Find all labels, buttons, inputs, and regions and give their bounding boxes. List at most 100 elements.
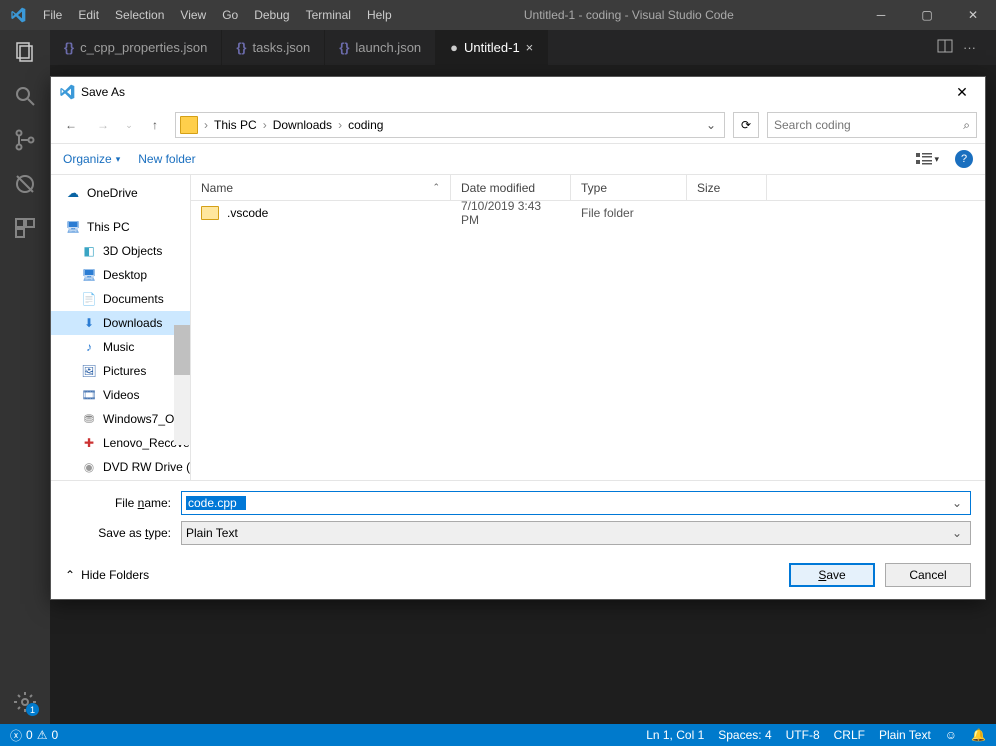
- tree-dvd[interactable]: ◉DVD RW Drive (E:): [51, 455, 190, 479]
- menu-view[interactable]: View: [172, 8, 214, 22]
- save-type-combo[interactable]: Plain Text ⌄: [181, 521, 971, 545]
- view-options-button[interactable]: ▾: [916, 152, 939, 166]
- folder-icon: [180, 116, 198, 134]
- menu-terminal[interactable]: Terminal: [298, 8, 359, 22]
- tab-c-cpp-properties[interactable]: {} c_cpp_properties.json: [50, 30, 222, 65]
- window-maximize-button[interactable]: ▢: [904, 0, 950, 30]
- search-icon[interactable]: [13, 84, 37, 108]
- extensions-icon[interactable]: [13, 216, 37, 240]
- help-button[interactable]: ?: [955, 150, 973, 168]
- chevron-down-icon: ▾: [934, 154, 939, 165]
- nav-forward-button[interactable]: →: [91, 113, 115, 137]
- cancel-button[interactable]: Cancel: [885, 563, 971, 587]
- dialog-titlebar: Save As ✕: [51, 77, 985, 107]
- source-control-icon[interactable]: [13, 128, 37, 152]
- drive-icon: ⛃: [81, 411, 97, 427]
- menu-edit[interactable]: Edit: [70, 8, 107, 22]
- dialog-title: Save As: [81, 85, 125, 99]
- videos-icon: 🎞: [81, 387, 97, 403]
- tab-label: c_cpp_properties.json: [80, 40, 207, 55]
- nav-recent-dropdown[interactable]: ⌄: [123, 113, 135, 137]
- hide-folders-toggle[interactable]: ⌃ Hide Folders: [65, 568, 149, 582]
- save-button[interactable]: Save: [789, 563, 875, 587]
- nav-up-button[interactable]: ↑: [143, 113, 167, 137]
- col-size[interactable]: Size: [687, 175, 767, 200]
- modified-icon: ●: [450, 40, 458, 55]
- tree-scrollbar[interactable]: [174, 325, 190, 445]
- json-icon: {}: [236, 40, 246, 55]
- tab-label: tasks.json: [252, 40, 310, 55]
- crumb-this-pc[interactable]: This PC: [210, 118, 261, 132]
- language-mode[interactable]: Plain Text: [879, 728, 931, 742]
- menu-debug[interactable]: Debug: [246, 8, 297, 22]
- explorer-icon[interactable]: [13, 40, 37, 64]
- split-editor-icon[interactable]: [937, 38, 953, 57]
- status-bar: ⓧ0 ⚠0 Ln 1, Col 1 Spaces: 4 UTF-8 CRLF P…: [0, 724, 996, 746]
- settings-icon[interactable]: 1: [13, 690, 37, 714]
- warnings-count[interactable]: 0: [51, 728, 58, 742]
- crumb-coding[interactable]: coding: [344, 118, 387, 132]
- tree-label: Downloads: [103, 316, 162, 330]
- editor-tabs: {} c_cpp_properties.json {} tasks.json {}l…: [0, 30, 996, 65]
- tree-this-pc[interactable]: 🖥This PC: [51, 215, 190, 239]
- tree-label: DVD RW Drive (E:): [103, 460, 191, 474]
- file-name-input[interactable]: [186, 496, 246, 510]
- breadcrumb-bar[interactable]: › This PC › Downloads › coding ⌄: [175, 112, 725, 138]
- scrollbar-thumb[interactable]: [174, 325, 190, 375]
- eol[interactable]: CRLF: [834, 728, 865, 742]
- menu-file[interactable]: File: [35, 8, 70, 22]
- menu-go[interactable]: Go: [214, 8, 246, 22]
- menu-help[interactable]: Help: [359, 8, 400, 22]
- list-item[interactable]: .vscode 7/10/2019 3:43 PM File folder: [191, 201, 985, 225]
- chevron-down-icon[interactable]: ⌄: [948, 526, 966, 540]
- tree-downloads[interactable]: ⬇Downloads: [51, 311, 190, 335]
- debug-icon[interactable]: [13, 172, 37, 196]
- tree-videos[interactable]: 🎞Videos: [51, 383, 190, 407]
- pc-icon: 🖥: [65, 219, 81, 235]
- menu-selection[interactable]: Selection: [107, 8, 172, 22]
- tree-label: Music: [103, 340, 134, 354]
- tab-tasks[interactable]: {} tasks.json: [222, 30, 325, 65]
- chevron-down-icon[interactable]: ⌄: [948, 496, 966, 510]
- tree-onedrive[interactable]: ☁OneDrive: [51, 181, 190, 205]
- indentation[interactable]: Spaces: 4: [718, 728, 771, 742]
- organize-menu[interactable]: Organize▾: [63, 152, 120, 166]
- json-icon: {}: [64, 40, 74, 55]
- new-folder-button[interactable]: New folder: [138, 152, 195, 166]
- search-box[interactable]: ⌕: [767, 112, 977, 138]
- tab-close-icon[interactable]: ×: [526, 40, 534, 55]
- feedback-icon[interactable]: ☺: [945, 728, 957, 742]
- warnings-icon[interactable]: ⚠: [37, 728, 48, 742]
- col-type[interactable]: Type: [571, 175, 687, 200]
- more-actions-icon[interactable]: ···: [963, 40, 976, 55]
- list-header: Name⌃ Date modified Type Size: [191, 175, 985, 201]
- window-minimize-button[interactable]: ─: [858, 0, 904, 30]
- tree-music[interactable]: ♪ Music: [51, 335, 190, 359]
- nav-back-button[interactable]: ←: [59, 113, 83, 137]
- tree-documents[interactable]: 📄Documents: [51, 287, 190, 311]
- tree-pictures[interactable]: 🖼Pictures: [51, 359, 190, 383]
- tree-desktop[interactable]: 🖥Desktop: [51, 263, 190, 287]
- encoding[interactable]: UTF-8: [786, 728, 820, 742]
- tree-3d-objects[interactable]: ◧3D Objects: [51, 239, 190, 263]
- search-input[interactable]: [774, 118, 963, 132]
- dialog-close-button[interactable]: ✕: [947, 84, 977, 101]
- tree-drive-c[interactable]: ⛃Windows7_OS (C:): [51, 407, 190, 431]
- col-date[interactable]: Date modified: [451, 175, 571, 200]
- window-close-button[interactable]: ✕: [950, 0, 996, 30]
- refresh-button[interactable]: ⟳: [733, 112, 759, 138]
- errors-count[interactable]: 0: [26, 728, 33, 742]
- notifications-icon[interactable]: 🔔: [971, 728, 986, 742]
- crumb-sep: ›: [338, 118, 342, 132]
- tree-recovery[interactable]: ✚Lenovo_Recovery: [51, 431, 190, 455]
- cursor-position[interactable]: Ln 1, Col 1: [646, 728, 704, 742]
- crumb-downloads[interactable]: Downloads: [269, 118, 336, 132]
- tab-untitled[interactable]: ●Untitled-1×: [436, 30, 548, 65]
- recovery-icon: ✚: [81, 435, 97, 451]
- tab-launch[interactable]: {}launch.json: [325, 30, 436, 65]
- col-name[interactable]: Name⌃: [191, 175, 451, 200]
- errors-icon[interactable]: ⓧ: [10, 727, 22, 744]
- path-dropdown-icon[interactable]: ⌄: [702, 118, 720, 132]
- file-name-combo[interactable]: ⌄: [181, 491, 971, 515]
- music-icon: ♪: [81, 339, 97, 355]
